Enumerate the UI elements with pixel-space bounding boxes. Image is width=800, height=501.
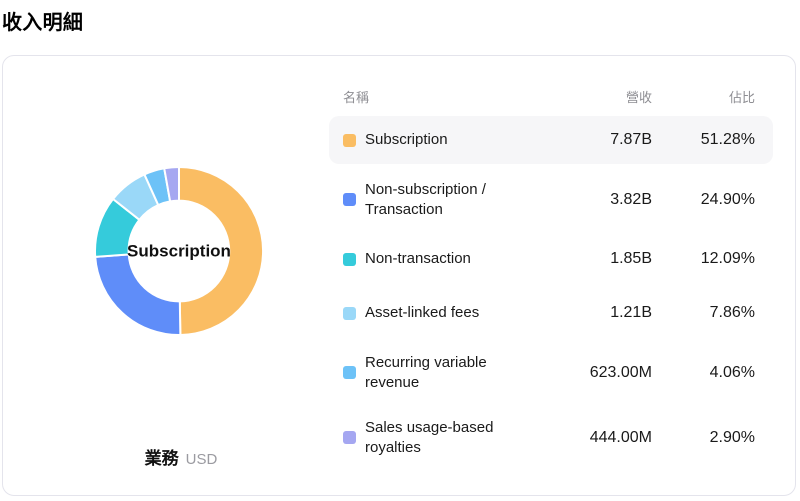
table-header-row: 名稱 營收 佔比 xyxy=(329,86,773,106)
table-body: Subscription7.87B51.28% Non-subscription … xyxy=(329,116,773,467)
donut-slice[interactable] xyxy=(95,254,180,335)
table-row[interactable]: Non-transaction1.85B12.09% xyxy=(329,235,773,283)
table-row[interactable]: Recurring variable revenue623.00M4.06% xyxy=(329,343,773,402)
series-share: 51.28% xyxy=(652,131,755,149)
series-color-swatch xyxy=(343,431,356,444)
currency-label: USD xyxy=(186,451,218,468)
donut-center-label: Subscription xyxy=(127,240,231,261)
series-name: Sales usage-based royalties xyxy=(365,418,542,457)
donut-chart[interactable]: Subscription xyxy=(79,151,279,351)
series-name: Asset-linked fees xyxy=(365,303,542,323)
series-revenue: 7.87B xyxy=(542,131,652,149)
series-revenue: 3.82B xyxy=(542,191,652,209)
chart-column: Subscription 業務 USD xyxy=(3,56,329,495)
series-share: 12.09% xyxy=(652,250,755,268)
table-row[interactable]: Asset-linked fees1.21B7.86% xyxy=(329,289,773,337)
table-row[interactable]: Subscription7.87B51.28% xyxy=(329,116,773,164)
column-header-revenue: 營收 xyxy=(542,87,652,106)
series-name: Non-subscription / Transaction xyxy=(365,180,542,219)
series-revenue: 1.85B xyxy=(542,250,652,268)
table-row[interactable]: Sales usage-based royalties444.00M2.90% xyxy=(329,408,773,467)
series-color-swatch xyxy=(343,253,356,266)
dimension-label: 業務 xyxy=(145,449,179,468)
series-revenue: 444.00M xyxy=(542,429,652,447)
breakdown-table: 名稱 營收 佔比 Subscription7.87B51.28% Non-subs… xyxy=(329,56,795,495)
series-name: Subscription xyxy=(365,130,542,150)
table-row[interactable]: Non-subscription / Transaction3.82B24.90… xyxy=(329,170,773,229)
series-color-swatch xyxy=(343,193,356,206)
series-color-swatch xyxy=(343,134,356,147)
series-share: 7.86% xyxy=(652,304,755,322)
series-revenue: 623.00M xyxy=(542,364,652,382)
series-color-swatch xyxy=(343,366,356,379)
series-revenue: 1.21B xyxy=(542,304,652,322)
series-share: 2.90% xyxy=(652,429,755,447)
series-name: Recurring variable revenue xyxy=(365,353,542,392)
chart-dimension: 業務 USD xyxy=(81,444,281,469)
series-share: 4.06% xyxy=(652,364,755,382)
series-color-swatch xyxy=(343,307,356,320)
column-header-share: 佔比 xyxy=(652,87,755,106)
series-name: Non-transaction xyxy=(365,249,542,269)
series-share: 24.90% xyxy=(652,191,755,209)
revenue-card: Subscription 業務 USD 名稱 營收 佔比 Subscription… xyxy=(2,55,796,496)
revenue-breakdown-page: 收入明細 Subscription 業務 USD 名稱 營收 佔比 Subscri… xyxy=(0,0,800,501)
column-header-name: 名稱 xyxy=(343,87,542,106)
page-title: 收入明細 xyxy=(2,6,83,35)
